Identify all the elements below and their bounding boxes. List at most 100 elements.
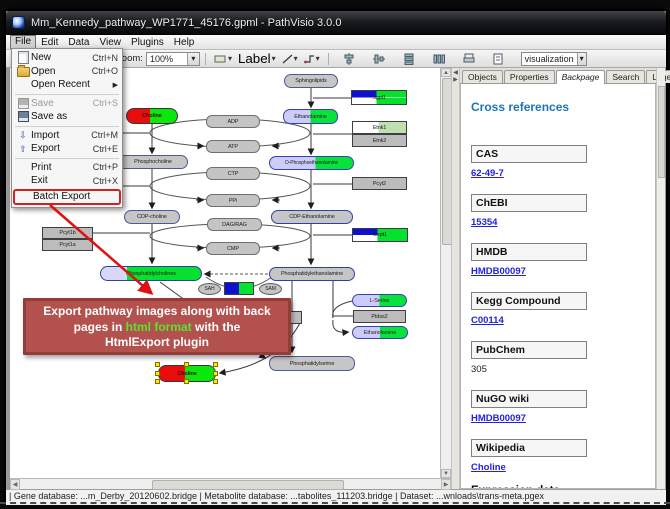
scrollbar-thumb[interactable] (658, 86, 665, 178)
file-menu-item-import[interactable]: ⇩ImportCtrl+M (12, 129, 122, 143)
pathway-node-cmp[interactable]: CMP (206, 242, 260, 255)
xref-value[interactable]: HMDB00097 (471, 413, 655, 424)
tab-properties[interactable]: Properties (504, 70, 555, 83)
xref-link[interactable]: HMDB00097 (471, 413, 526, 424)
menu-edit[interactable]: Edit (36, 36, 63, 49)
pathway-node-sah[interactable]: SAH (198, 283, 221, 295)
toolbar-separator (328, 53, 329, 65)
tab-search[interactable]: Search (606, 70, 645, 83)
title-bar[interactable]: Mm_Kennedy_pathway_WP1771_45176.gpml - P… (6, 11, 666, 35)
selection-handle[interactable] (213, 371, 218, 376)
pathway-node[interactable] (224, 282, 254, 295)
pathway-node-ppi[interactable]: PPi (206, 194, 260, 207)
file-menu-item-open-recent[interactable]: Open Recent▶ (12, 78, 122, 92)
xref-link[interactable]: 15354 (471, 217, 497, 228)
pathway-node-phosphocholine[interactable]: Phosphocholine (118, 155, 188, 169)
selection-handle[interactable] (155, 362, 160, 367)
pathway-node-cdp-choline[interactable]: CDP-choline (124, 210, 180, 224)
xref-link[interactable]: HMDB00097 (471, 266, 526, 277)
tab-objects[interactable]: Objects (462, 70, 503, 83)
line-tool-button[interactable]: ▾ (279, 53, 301, 65)
xref-link[interactable]: C00114 (471, 315, 504, 326)
visualization-combobox[interactable]: visualization ▾ (521, 52, 587, 66)
panel-splitter[interactable]: ◀ ▶ (451, 68, 460, 489)
menu-data[interactable]: Data (63, 36, 94, 49)
file-menu-item-new[interactable]: NewCtrl+N (12, 51, 122, 65)
align-center-x-button[interactable] (340, 52, 358, 66)
pathway-node-atp[interactable]: ATP (206, 140, 260, 153)
pathway-node-dag-rag[interactable]: DAG/RAG (207, 218, 262, 231)
file-menu-item-batch-export[interactable]: Batch Export (13, 189, 121, 205)
scroll-right-icon[interactable]: ▶ (441, 479, 451, 490)
pathway-node-l-serine[interactable]: L-Serine (352, 294, 407, 307)
pathway-node-o-phosphoethanolamine[interactable]: O-Phosphoethanolamine (269, 156, 354, 170)
pathway-node-ptdss2[interactable]: Ptdss2 (353, 310, 406, 323)
datanode-tool-button[interactable]: ▾ (211, 53, 235, 65)
file-menu-item-save-as[interactable]: Save as (12, 110, 122, 124)
selection-handle[interactable] (184, 362, 189, 367)
xref-link[interactable]: Choline (471, 462, 506, 473)
import-icon: ⇩ (15, 130, 31, 140)
selection-handle[interactable] (184, 379, 189, 384)
pathway-node-cdp-ethanolamine[interactable]: CDP-Ethanolamine (271, 210, 353, 224)
connector-tool-button[interactable]: ▾ (301, 53, 323, 65)
pathway-node-ctp[interactable]: CTP (206, 167, 260, 180)
pathway-node-etnk2[interactable]: Etnk2 (352, 134, 407, 147)
menu-file[interactable]: File (10, 35, 36, 49)
selection-handle[interactable] (213, 362, 218, 367)
selection-handle[interactable] (155, 379, 160, 384)
xref-value[interactable]: 15354 (471, 217, 655, 228)
xref-value[interactable]: HMDB00097 (471, 266, 655, 277)
stack-horizontal-button[interactable] (430, 52, 448, 66)
pathway-node-pcyt2[interactable]: Pcyt2 (352, 177, 407, 190)
scroll-down-icon[interactable]: ▼ (441, 469, 451, 478)
connector-icon (304, 54, 315, 64)
layout-button[interactable] (490, 52, 507, 66)
pathway-node-phosphatidylethanolamine[interactable]: Phosphatidylethanolamine (269, 267, 355, 281)
app-icon (12, 16, 25, 29)
zoom-combobox[interactable]: 100% ▾ (146, 52, 200, 66)
pathway-node-ethanolamine[interactable]: Ethanolamine (283, 109, 338, 124)
scroll-left-icon[interactable]: ◀ (10, 479, 20, 490)
pathway-node-sgpl1[interactable]: Sgpl1 (351, 90, 407, 105)
xref-link[interactable]: 62-49-7 (471, 168, 504, 179)
menu-plugins[interactable]: Plugins (126, 36, 169, 49)
scroll-up-icon[interactable]: ▲ (441, 68, 451, 77)
scrollbar-thumb[interactable] (152, 480, 344, 490)
sidepanel-scrollbar[interactable] (656, 68, 665, 489)
align-center-y-button[interactable] (370, 52, 388, 66)
selection-handle[interactable] (155, 371, 160, 376)
pathway-node-ethanolamine[interactable]: Ethanolamine (352, 326, 408, 339)
xref-value[interactable]: C00114 (471, 315, 655, 326)
common-size-button[interactable] (460, 52, 478, 65)
pathway-node-pcyt1a[interactable]: Pcyt1a (42, 239, 93, 251)
file-menu-item-open[interactable]: OpenCtrl+O (12, 65, 122, 79)
canvas-vertical-scrollbar[interactable]: ▲ ▼ (440, 68, 451, 478)
pathway-node-pcyt1b[interactable]: Pcyt1b (42, 227, 93, 239)
tab-backpage[interactable]: Backpage (556, 70, 606, 84)
crossref-heading: Cross references (471, 100, 655, 114)
pathway-node-phosphatidylcholines[interactable]: Phosphatidylcholines (100, 266, 202, 281)
xref-value[interactable]: Choline (471, 462, 655, 473)
menu-item-label: New (31, 52, 88, 63)
pathway-node-choline[interactable]: Choline (126, 108, 178, 124)
stack-vertical-button[interactable] (400, 52, 418, 66)
menu-help[interactable]: Help (169, 36, 200, 49)
collapse-left-icon[interactable]: ◀ (452, 70, 459, 76)
xref-value[interactable]: 62-49-7 (471, 168, 655, 179)
menu-view[interactable]: View (94, 36, 126, 49)
pathway-node-cept1[interactable]: Cept1 (352, 228, 408, 242)
selection-handle[interactable] (213, 379, 218, 384)
pathway-node-sam[interactable]: SAM (259, 283, 282, 295)
pathway-node-sphingolipids[interactable]: Sphingolipids (284, 74, 338, 88)
label-tool-button[interactable]: Label ▾ (235, 50, 279, 67)
file-menu-item-export[interactable]: ⇧ExportCtrl+E (12, 142, 122, 156)
file-menu-item-print[interactable]: PrintCtrl+P (12, 161, 122, 175)
collapse-right-icon[interactable]: ▶ (452, 77, 459, 83)
pathway-node-adp[interactable]: ADP (206, 115, 260, 128)
canvas-horizontal-scrollbar[interactable]: ◀ ▶ (10, 478, 451, 489)
file-menu-item-exit[interactable]: ExitCtrl+X (12, 174, 122, 188)
pathway-node-phosphatidylserine[interactable]: Phosphatidylserine (269, 356, 355, 371)
pathway-node-etnk1[interactable]: Etnk1 (352, 121, 407, 134)
file-menu-item-save[interactable]: SaveCtrl+S (12, 97, 122, 111)
